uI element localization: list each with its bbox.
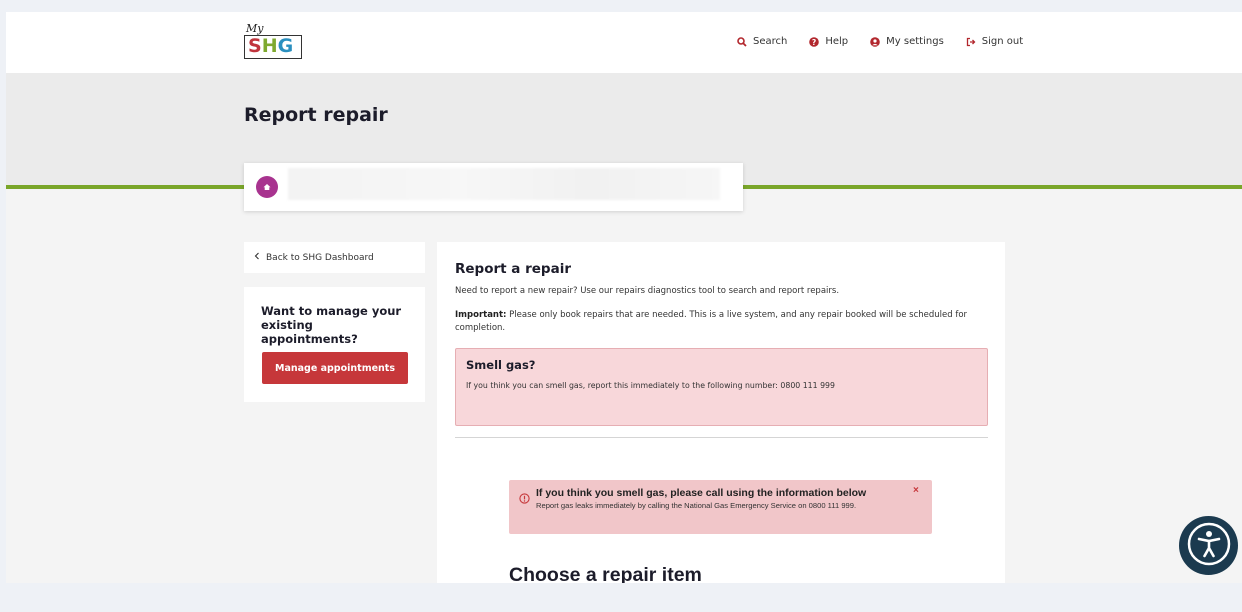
address-redacted [288, 168, 720, 200]
appointments-card: Want to manage your existing appointment… [244, 287, 425, 402]
question-icon: ? [809, 36, 820, 47]
gas-alert: If you think you smell gas, please call … [509, 480, 932, 534]
nav-settings[interactable]: My settings [870, 36, 944, 47]
chevron-left-icon [254, 252, 260, 263]
sign-out-icon [966, 37, 976, 47]
nav-sign-out-label: Sign out [981, 36, 1024, 47]
appointments-title: Want to manage your existing appointment… [261, 304, 402, 346]
myshg-logo[interactable]: My SHG [244, 22, 302, 62]
back-to-dashboard-link[interactable]: Back to SHG Dashboard [244, 242, 425, 273]
nav-help[interactable]: ? Help [809, 36, 848, 47]
important-label: Important: [455, 310, 507, 320]
nav-search[interactable]: Search [737, 36, 787, 47]
nav-search-label: Search [753, 36, 788, 47]
back-link-label: Back to SHG Dashboard [266, 252, 374, 263]
header-nav: Search ? Help My settings Sign out [737, 36, 1023, 47]
logo-my-text: My [246, 22, 264, 35]
intro-text: Need to report a new repair? Use our rep… [455, 286, 840, 296]
smell-gas-title: Smell gas? [466, 358, 536, 372]
manage-appointments-button[interactable]: Manage appointments [262, 352, 408, 384]
nav-help-label: Help [825, 36, 849, 47]
gas-alert-title: If you think you smell gas, please call … [536, 487, 867, 499]
search-icon [737, 36, 747, 47]
warning-circle-icon [519, 489, 530, 504]
svg-text:?: ? [812, 38, 816, 47]
top-header: My SHG Search ? Help My settings Sign ou… [6, 12, 1242, 73]
close-icon[interactable]: × [913, 485, 919, 496]
choose-repair-heading: Choose a repair item [509, 564, 702, 583]
important-text: Please only book repairs that are needed… [455, 310, 968, 333]
smell-gas-box: Smell gas? If you think you can smell ga… [455, 348, 988, 426]
report-repair-heading: Report a repair [455, 261, 571, 277]
smell-gas-text: If you think you can smell gas, report t… [466, 381, 835, 390]
accessibility-button[interactable] [1179, 516, 1238, 575]
app-viewport: My SHG Search ? Help My settings Sign ou… [6, 12, 1242, 583]
page-title: Report repair [244, 104, 388, 126]
accessibility-icon [1186, 521, 1232, 571]
nav-sign-out[interactable]: Sign out [966, 36, 1023, 47]
important-note: Important: Please only book repairs that… [455, 309, 991, 335]
logo-shg-box: SHG [244, 35, 302, 59]
address-card [244, 163, 743, 211]
home-icon [256, 176, 278, 198]
nav-settings-label: My settings [886, 36, 944, 47]
section-divider [455, 437, 988, 438]
gas-alert-text: Report gas leaks immediately by calling … [536, 501, 857, 510]
main-panel: Report a repair Need to report a new rep… [437, 242, 1005, 583]
user-icon [870, 36, 880, 47]
